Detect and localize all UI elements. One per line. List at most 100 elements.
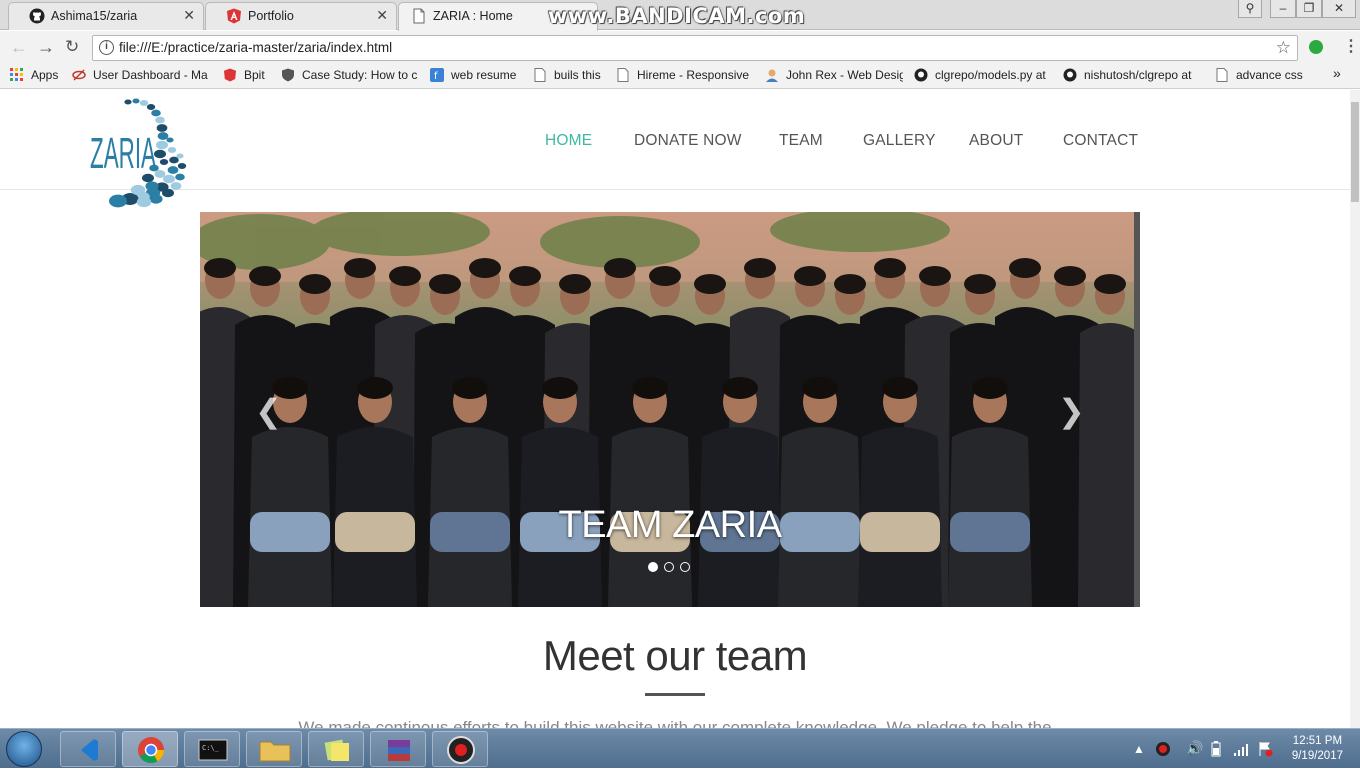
bookmark-john-rex[interactable]: John Rex - Web Desig	[765, 68, 903, 82]
document-icon	[617, 68, 629, 82]
browser-toolbar: ← → ↻ i file:///E:/practice/zaria-master…	[0, 31, 1360, 63]
restore-button[interactable]: ❐	[1296, 0, 1322, 18]
tab-github[interactable]: Ashima15/zaria ✕	[8, 2, 204, 30]
url-text: file:///E:/practice/zaria-master/zaria/i…	[119, 40, 393, 55]
tab-portfolio[interactable]: Portfolio ✕	[205, 2, 397, 30]
folder-icon	[259, 741, 291, 762]
github-icon	[914, 68, 928, 82]
address-bar[interactable]: i file:///E:/practice/zaria-master/zaria…	[92, 35, 1298, 61]
close-icon[interactable]: ✕	[376, 7, 388, 24]
shield-icon	[282, 68, 294, 82]
nav-about[interactable]: ABOUT	[969, 132, 1023, 150]
github-icon	[29, 8, 45, 24]
battery-icon[interactable]	[1211, 741, 1221, 757]
forward-icon[interactable]: →	[37, 37, 55, 58]
profile-icon[interactable]: ⚲	[1238, 0, 1262, 18]
document-icon	[534, 68, 546, 82]
web-page: ZARIA HOME DONATE NOW TEAM GALLERY ABOUT…	[0, 90, 1350, 728]
bookmarks-bar: Apps User Dashboard - Ma Bpit Case Study…	[0, 63, 1360, 89]
tab-title: Ashima15/zaria	[51, 9, 138, 23]
scrollbar-thumb[interactable]	[1351, 102, 1359, 202]
carousel-indicator-1[interactable]	[648, 562, 658, 572]
minimize-button[interactable]: –	[1270, 0, 1296, 18]
vscode-icon	[81, 739, 98, 761]
page-scrollbar[interactable]	[1350, 90, 1360, 728]
angular-icon	[224, 68, 236, 82]
more-bookmarks-icon[interactable]: »	[1333, 65, 1341, 81]
recording-watermark: www.BANDICAM.com	[548, 4, 806, 28]
sticky-note-icon	[324, 739, 349, 761]
nav-team[interactable]: TEAM	[779, 132, 823, 150]
terminal-icon: C:\_	[198, 739, 228, 761]
bookmark-buils-this[interactable]: buils this	[533, 68, 609, 82]
tab-title: ZARIA : Home	[433, 9, 513, 23]
nav-donate-now[interactable]: DONATE NOW	[634, 132, 742, 150]
avatar-icon	[766, 69, 778, 82]
network-signal-icon[interactable]	[1233, 741, 1249, 757]
svg-text:C:\_: C:\_	[202, 744, 220, 752]
bookmark-nishutosh-clgrepo[interactable]: nishutosh/clgrepo at	[1063, 68, 1201, 82]
wordpress-icon: f	[430, 68, 444, 82]
archive-icon	[388, 740, 410, 761]
action-center-flag-icon[interactable]	[1257, 741, 1273, 757]
show-hidden-icons-icon[interactable]: ▲	[1133, 742, 1145, 756]
explorer-taskbar-button[interactable]	[246, 731, 302, 767]
carousel-prev-icon[interactable]: ❮	[255, 392, 282, 430]
back-icon[interactable]: ←	[10, 37, 28, 58]
close-window-button[interactable]: ✕	[1322, 0, 1356, 18]
bookmark-apps[interactable]: Apps	[10, 68, 70, 82]
heading-divider	[645, 693, 705, 696]
extension-icon[interactable]	[1309, 40, 1323, 54]
bookmark-case-study[interactable]: Case Study: How to c	[281, 68, 417, 82]
carousel-indicator-3[interactable]	[680, 562, 690, 572]
volume-icon[interactable]: 🔊	[1186, 740, 1203, 757]
section-intro-text: We made continous efforts to build this …	[298, 718, 1052, 728]
hero-carousel: ❮ ❯ TEAM ZARIA	[200, 212, 1140, 607]
winrar-taskbar-button[interactable]	[370, 731, 426, 767]
bookmark-web-resume[interactable]: f web resume	[430, 68, 522, 82]
record-icon	[447, 736, 475, 764]
angular-icon	[227, 8, 241, 24]
cmd-taskbar-button[interactable]: C:\_	[184, 731, 240, 767]
recording-tray-icon[interactable]	[1155, 741, 1171, 757]
bandicam-taskbar-button[interactable]	[432, 731, 488, 767]
sticky-notes-taskbar-button[interactable]	[308, 731, 364, 767]
document-icon	[1216, 68, 1228, 82]
github-icon	[1063, 68, 1077, 82]
document-icon	[413, 8, 425, 24]
bookmark-star-icon[interactable]: ☆	[1276, 38, 1291, 58]
chrome-icon	[138, 737, 165, 764]
info-icon[interactable]: i	[99, 40, 114, 55]
clock-date: 9/19/2017	[1291, 750, 1343, 762]
apps-grid-icon	[10, 68, 23, 81]
start-button[interactable]	[6, 731, 42, 767]
tab-strip: Ashima15/zaria ✕ Portfolio ✕ ZARIA : Hom…	[0, 0, 1360, 31]
chrome-taskbar-button[interactable]	[122, 731, 178, 767]
system-clock[interactable]: 12:51 PM 9/19/2017	[1292, 734, 1343, 764]
close-icon[interactable]: ✕	[183, 7, 195, 24]
tab-title: Portfolio	[248, 9, 294, 23]
nav-home[interactable]: HOME	[545, 132, 592, 150]
nav-gallery[interactable]: GALLERY	[863, 132, 936, 150]
vscode-taskbar-button[interactable]	[60, 731, 116, 767]
bookmark-hireme[interactable]: Hireme - Responsive	[616, 68, 750, 82]
reload-icon[interactable]: ↻	[65, 37, 79, 57]
clock-time: 12:51 PM	[1292, 735, 1343, 747]
carousel-indicator-2[interactable]	[664, 562, 674, 572]
zaria-logo[interactable]: ZARIA	[90, 98, 194, 210]
logo-text: ZARIA	[90, 129, 156, 178]
bookmark-user-dashboard[interactable]: User Dashboard - Ma	[72, 68, 210, 82]
bookmark-bpit[interactable]: Bpit	[223, 68, 273, 82]
site-navbar: ZARIA HOME DONATE NOW TEAM GALLERY ABOUT…	[0, 90, 1350, 208]
bookmark-clgrepo-models[interactable]: clgrepo/models.py at	[914, 68, 1052, 82]
bookmark-advance-css[interactable]: advance css	[1215, 68, 1315, 82]
svg-text:f: f	[434, 71, 438, 82]
carousel-caption: TEAM ZARIA	[558, 504, 782, 546]
carousel-next-icon[interactable]: ❯	[1058, 392, 1085, 430]
windows-taskbar: C:\_ ▲ 🔊 12:51 PM 9/19/2017	[0, 728, 1360, 768]
section-heading: Meet our team	[542, 632, 808, 679]
nav-contact[interactable]: CONTACT	[1063, 132, 1138, 150]
menu-icon[interactable]: ⋮	[1343, 36, 1359, 56]
team-photo	[200, 212, 1140, 607]
eye-slash-icon	[72, 69, 86, 81]
